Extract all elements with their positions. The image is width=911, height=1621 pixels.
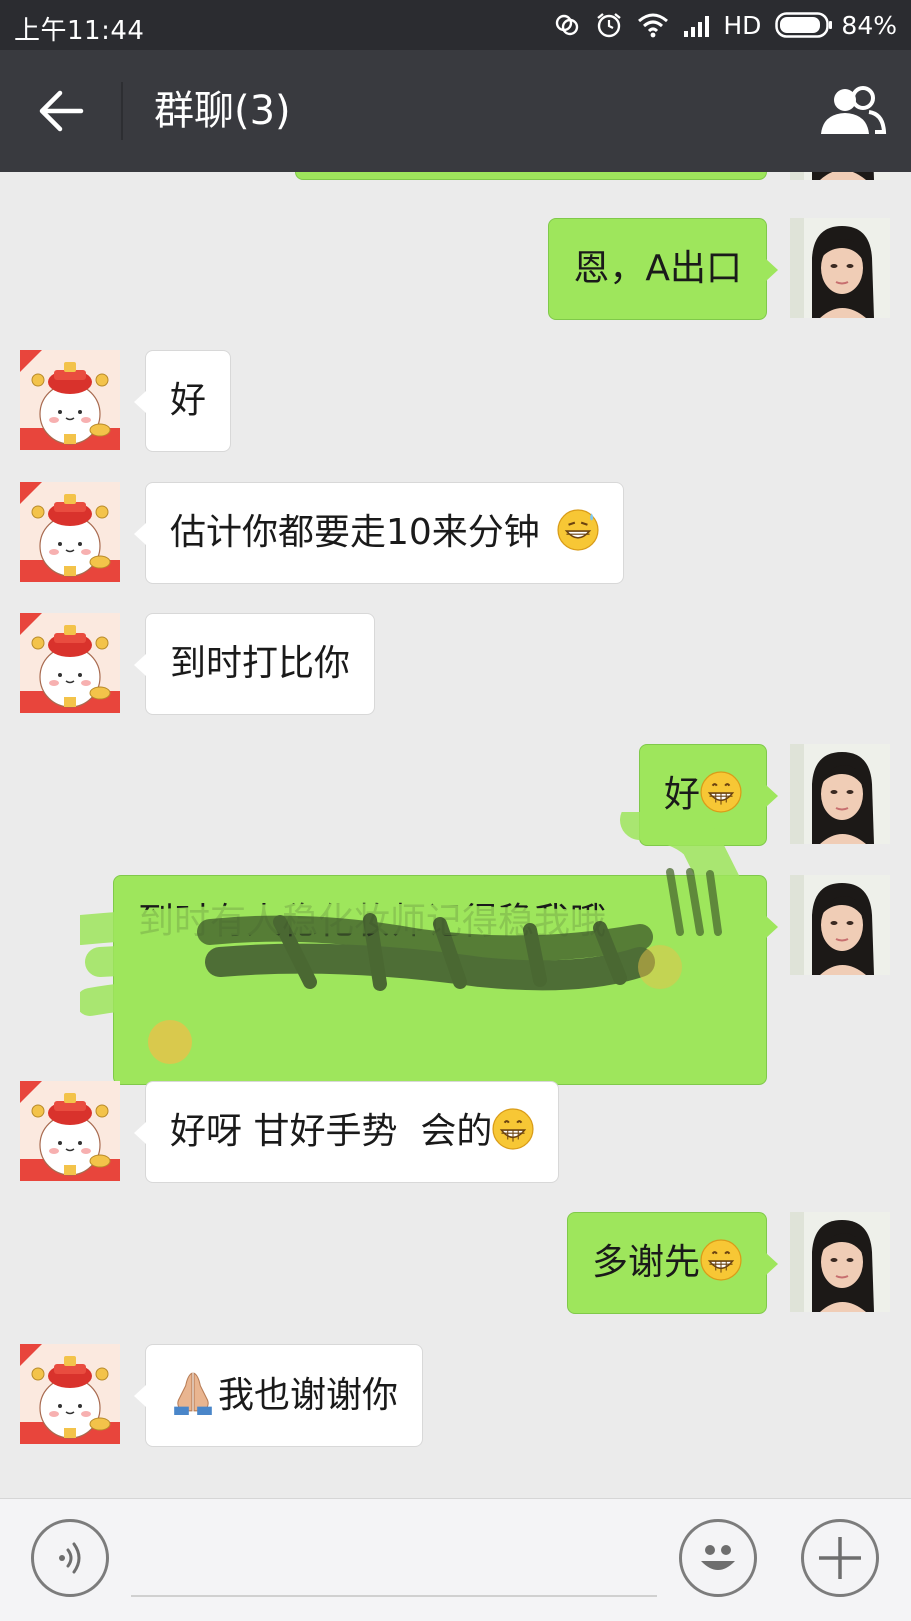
avatar-self[interactable] [790, 218, 890, 318]
alarm-icon [595, 11, 623, 39]
back-button[interactable] [30, 80, 92, 142]
group-members-button[interactable] [815, 80, 889, 142]
message-text: 到时有人稳化妆师记得稳我哦 [138, 901, 607, 942]
status-icons: HD 84% [553, 8, 897, 42]
message-text: 估计你都要走10来分钟 [170, 512, 540, 553]
message-bubble[interactable]: 估计你都要走10来分钟 [133, 482, 625, 584]
message-bubble[interactable]: 我也谢谢你 [133, 1344, 424, 1447]
battery-percent: 84% [841, 10, 897, 40]
link-icon [553, 11, 581, 39]
plus-icon [819, 1537, 861, 1579]
signal-icon [683, 13, 713, 37]
avatar-contact[interactable] [20, 1344, 120, 1444]
message-text: 我也谢谢你 [218, 1375, 399, 1416]
avatar-contact[interactable] [20, 350, 120, 450]
message-text: 好 [663, 774, 700, 815]
message-bubble[interactable]: 多谢先 [566, 1212, 779, 1314]
grin-emoji-icon [700, 771, 742, 813]
grin-emoji-icon [492, 1108, 534, 1150]
avatar-contact[interactable] [20, 482, 120, 582]
avatar-self[interactable] [790, 875, 890, 975]
voice-button[interactable] [31, 1519, 109, 1597]
message-bubble-partial[interactable] [295, 172, 767, 180]
avatar-self[interactable] [790, 1212, 890, 1312]
chat-title: 群聊(3) [154, 88, 291, 134]
message-text: 好呀 甘好手势 会的 [170, 1111, 493, 1152]
folded-hands-emoji-icon [170, 1369, 216, 1415]
message-bubble[interactable]: 好呀 甘好手势 会的 [133, 1081, 560, 1183]
message-bubble[interactable]: 恩，A出口 [548, 218, 778, 320]
avatar-self[interactable] [790, 172, 890, 180]
wifi-icon [637, 12, 669, 38]
grin-emoji-icon [700, 1239, 742, 1281]
avatar-contact[interactable] [20, 1081, 120, 1181]
voice-icon [59, 1542, 81, 1574]
emoji-button[interactable] [679, 1519, 757, 1597]
message-bubble[interactable]: 好 [638, 744, 779, 846]
battery-icon [775, 12, 833, 38]
message-bubble[interactable]: 好 [133, 350, 232, 452]
message-bubble[interactable]: 到时有人稳化妆师记得稳我哦 [113, 875, 778, 1085]
back-arrow-icon [39, 90, 84, 132]
more-button[interactable] [801, 1519, 879, 1597]
chat-header: 群聊(3) [0, 50, 911, 172]
message-text: 好 [170, 380, 207, 421]
chat-messages[interactable]: 恩，A出口 好 估计你都要走10来分钟 到时打比你 好 到时有人稳化妆师记得稳我… [0, 172, 911, 1498]
grin-sweat-emoji-icon [557, 509, 599, 551]
avatar-contact[interactable] [20, 613, 120, 713]
network-type: HD [723, 10, 762, 40]
group-members-icon [821, 86, 887, 134]
header-divider [121, 82, 123, 140]
status-time: 上午11:44 [14, 16, 145, 46]
message-text: 到时打比你 [170, 643, 351, 684]
input-bar [0, 1498, 911, 1621]
smiley-icon [701, 1545, 735, 1570]
message-text: 恩，A出口 [573, 248, 742, 289]
message-text: 多谢先 [591, 1242, 700, 1283]
status-bar: 上午11:44 HD 84% [0, 0, 911, 50]
avatar-self[interactable] [790, 744, 890, 844]
message-bubble[interactable]: 到时打比你 [133, 613, 376, 715]
message-input[interactable] [131, 1527, 657, 1597]
